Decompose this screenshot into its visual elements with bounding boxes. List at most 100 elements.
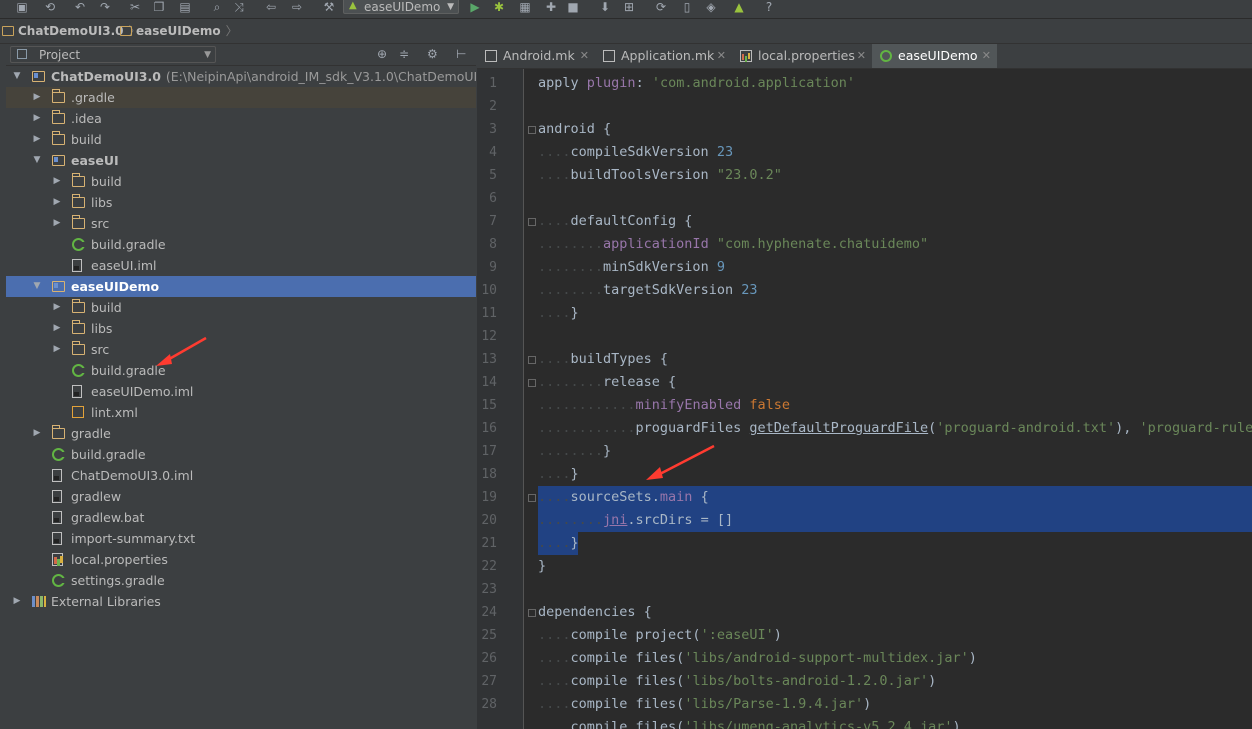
fold-marker-icon[interactable] bbox=[528, 126, 536, 134]
tab-local-properties[interactable]: local.properties ✕ bbox=[732, 44, 872, 68]
avd-manager-icon[interactable]: ▯ bbox=[680, 0, 694, 14]
tree-item[interactable]: settings.gradle bbox=[6, 570, 476, 591]
line-number: 25 bbox=[481, 628, 497, 643]
line-number: 5 bbox=[489, 168, 497, 183]
tree-item[interactable]: build.gradle bbox=[6, 234, 476, 255]
tree-item[interactable]: ▼ ChatDemoUI3.0 (E:\NeipinApi\android_IM_s… bbox=[6, 66, 502, 87]
tree-item[interactable]: ▶ libs bbox=[6, 318, 476, 339]
run-configuration-select[interactable]: ▲ easeUIDemo ▼ bbox=[343, 0, 459, 14]
tree-item[interactable]: gradlew.bat bbox=[6, 507, 476, 528]
gear-icon[interactable]: ⚙ bbox=[427, 46, 438, 62]
tab-application-mk[interactable]: Application.mk ✕ bbox=[595, 44, 732, 68]
close-icon[interactable]: ✕ bbox=[580, 44, 589, 68]
code-token: apply bbox=[538, 75, 587, 91]
sync-gradle-icon[interactable]: ⟳ bbox=[654, 0, 668, 14]
attach-debugger-icon[interactable]: ✚ bbox=[544, 0, 558, 14]
collapse-arrow-icon[interactable]: ▶ bbox=[52, 297, 62, 318]
tree-item[interactable]: ▶ External Libraries bbox=[6, 591, 476, 612]
redo-icon[interactable]: ↷ bbox=[98, 0, 112, 14]
collapse-arrow-icon[interactable]: ▶ bbox=[52, 339, 62, 360]
tree-item[interactable]: ▶ libs bbox=[6, 192, 476, 213]
close-icon[interactable]: ✕ bbox=[717, 44, 726, 68]
code-view[interactable]: apply plugin: 'com.android.application' a… bbox=[538, 69, 1252, 729]
sdk-manager-icon[interactable]: ⬇ bbox=[598, 0, 612, 14]
scroll-from-source-icon[interactable]: ⊕ bbox=[377, 46, 387, 62]
project-structure-icon[interactable]: ⊞ bbox=[622, 0, 636, 14]
coverage-icon[interactable]: ▦ bbox=[518, 0, 532, 14]
tree-item[interactable]: ▶ build bbox=[6, 171, 476, 192]
tree-item[interactable]: ▶ src bbox=[6, 339, 476, 360]
save-icon[interactable]: ▣ bbox=[15, 0, 29, 14]
collapse-arrow-icon[interactable]: ▶ bbox=[52, 213, 62, 234]
code-token: ) bbox=[773, 627, 782, 643]
tree-item[interactable]: ▶ gradle bbox=[6, 423, 476, 444]
tree-item[interactable]: local.properties bbox=[6, 549, 476, 570]
back-icon[interactable]: ⇦ bbox=[264, 0, 278, 14]
tree-item-label: External Libraries bbox=[51, 594, 161, 609]
fold-marker-icon[interactable] bbox=[528, 379, 536, 387]
tree-item-label: src bbox=[91, 216, 110, 231]
code-line: dependencies { bbox=[538, 601, 652, 624]
hide-panel-icon[interactable]: ⊢ bbox=[456, 46, 466, 62]
copy-icon[interactable]: ❐ bbox=[152, 0, 166, 14]
run-icon[interactable]: ▶ bbox=[468, 0, 482, 14]
tree-item[interactable]: ▶ build bbox=[6, 129, 476, 150]
tree-item[interactable]: ▼ easeUI bbox=[6, 150, 476, 171]
fold-marker-icon[interactable] bbox=[528, 494, 536, 502]
android-icon[interactable]: ▲ bbox=[732, 0, 746, 14]
help-icon[interactable]: ? bbox=[762, 0, 776, 14]
project-view-select[interactable]: Project ▼ bbox=[10, 46, 216, 63]
tree-item[interactable]: ▶ .gradle bbox=[6, 87, 476, 108]
expand-arrow-icon[interactable]: ▼ bbox=[32, 150, 42, 171]
tree-item[interactable]: easeUI.iml bbox=[6, 255, 476, 276]
expand-arrow-icon[interactable]: ▼ bbox=[12, 66, 22, 87]
close-icon[interactable]: ✕ bbox=[857, 44, 866, 68]
collapse-arrow-icon[interactable]: ▶ bbox=[52, 192, 62, 213]
stop-icon[interactable]: ■ bbox=[566, 0, 580, 14]
collapse-arrow-icon[interactable]: ▶ bbox=[32, 87, 42, 108]
find-icon[interactable]: ⌕ bbox=[210, 0, 224, 14]
expand-arrow-icon[interactable]: ▼ bbox=[32, 276, 42, 297]
collapse-arrow-icon[interactable]: ▶ bbox=[52, 318, 62, 339]
collapse-arrow-icon[interactable]: ▶ bbox=[32, 129, 42, 150]
tree-item[interactable]: easeUIDemo.iml bbox=[6, 381, 476, 402]
tree-item[interactable]: ▶ build bbox=[6, 297, 476, 318]
tree-item[interactable]: ChatDemoUI3.0.iml bbox=[6, 465, 476, 486]
tree-item[interactable]: ▶ .idea bbox=[6, 108, 476, 129]
paste-icon[interactable]: ▤ bbox=[178, 0, 192, 14]
tree-item[interactable]: import-summary.txt bbox=[6, 528, 476, 549]
code-token: compile files( bbox=[570, 696, 685, 712]
run-configuration-label: easeUIDemo bbox=[364, 0, 441, 14]
fold-marker-icon[interactable] bbox=[528, 218, 536, 226]
collapse-arrow-icon[interactable]: ▶ bbox=[32, 108, 42, 129]
sync-icon[interactable]: ⟲ bbox=[43, 0, 57, 14]
tree-item[interactable]: build.gradle bbox=[6, 360, 476, 381]
tab-android-mk[interactable]: Android.mk ✕ bbox=[477, 44, 595, 68]
collapse-arrow-icon[interactable]: ▶ bbox=[12, 591, 22, 612]
debug-icon[interactable]: ✱ bbox=[492, 0, 506, 14]
tree-item[interactable]: gradlew bbox=[6, 486, 476, 507]
close-icon[interactable]: ✕ bbox=[982, 44, 991, 68]
cut-icon[interactable]: ✂ bbox=[128, 0, 142, 14]
forward-icon[interactable]: ⇨ bbox=[290, 0, 304, 14]
collapse-arrow-icon[interactable]: ▶ bbox=[32, 423, 42, 444]
tree-item-label: build.gradle bbox=[91, 363, 166, 378]
tree-item[interactable]: ▼ easeUIDemo bbox=[6, 276, 476, 297]
device-monitor-icon[interactable]: ◈ bbox=[704, 0, 718, 14]
tree-item-text: lint.xml bbox=[91, 402, 138, 423]
tab-easeuidemo[interactable]: easeUIDemo ✕ bbox=[872, 44, 997, 68]
fold-marker-icon[interactable] bbox=[528, 356, 536, 364]
fold-marker-icon[interactable] bbox=[528, 609, 536, 617]
tree-item[interactable]: ▶ src bbox=[6, 213, 476, 234]
breadcrumb-module[interactable]: easeUIDemo 〉 bbox=[120, 19, 238, 43]
collapse-arrow-icon[interactable]: ▶ bbox=[52, 171, 62, 192]
build-icon[interactable]: ⚒ bbox=[322, 0, 336, 14]
replace-icon[interactable]: ⤨ bbox=[232, 0, 246, 14]
tree-item[interactable]: lint.xml bbox=[6, 402, 476, 423]
collapse-all-icon[interactable]: ≑ bbox=[399, 46, 409, 62]
undo-icon[interactable]: ↶ bbox=[73, 0, 87, 14]
code-token: .... bbox=[538, 627, 571, 643]
code-token: { bbox=[692, 489, 709, 505]
tree-item[interactable]: build.gradle bbox=[6, 444, 476, 465]
tree-item-text: External Libraries bbox=[51, 591, 161, 612]
